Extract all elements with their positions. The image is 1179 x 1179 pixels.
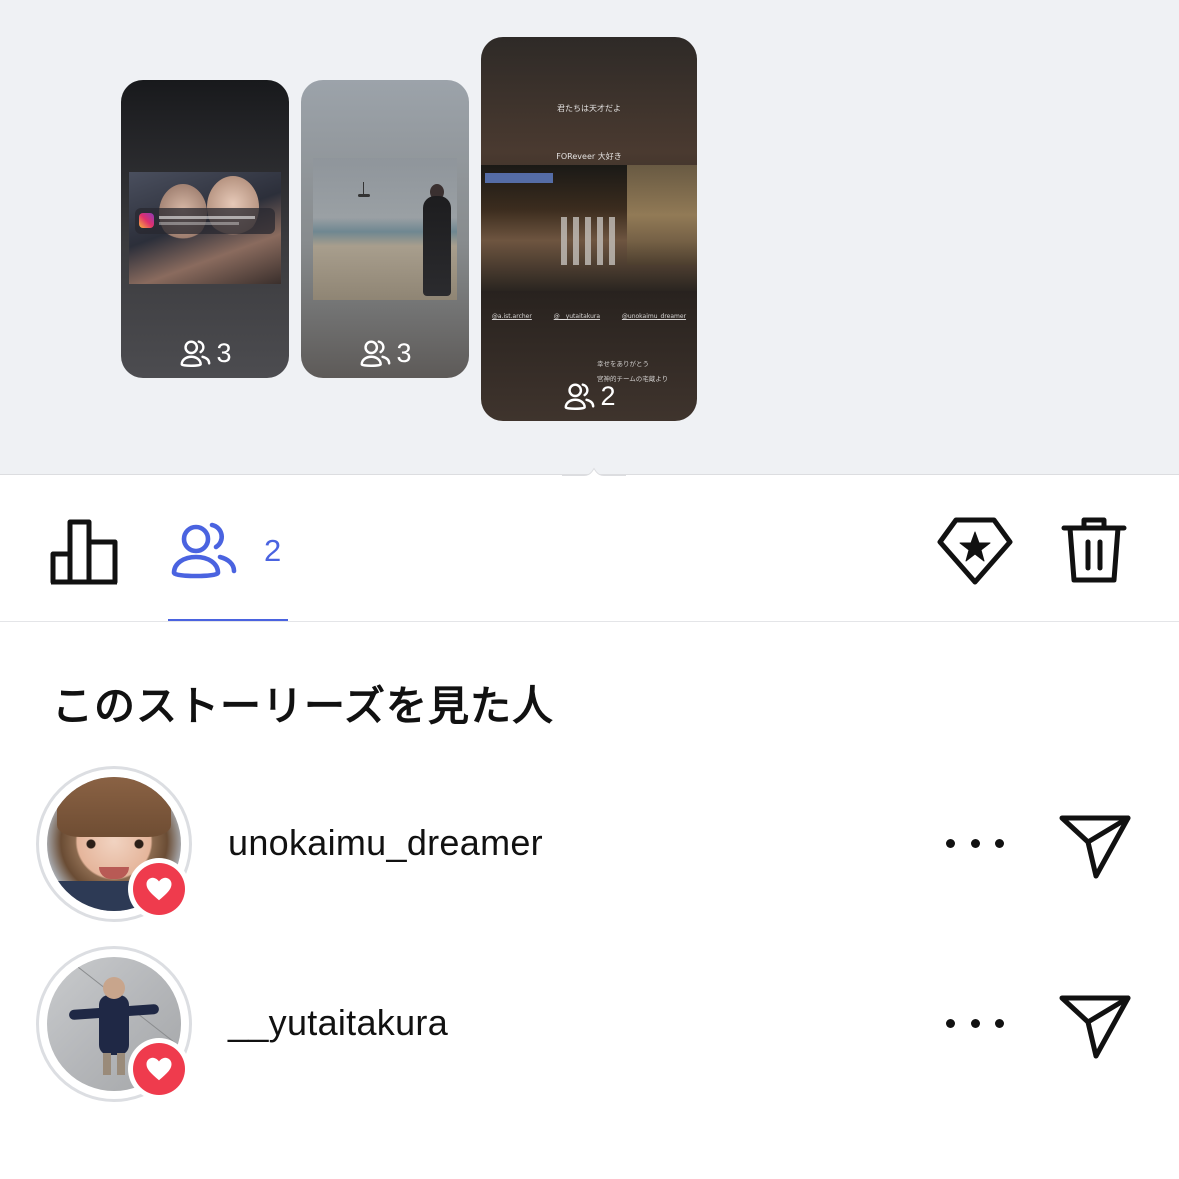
story-thumbnail-1[interactable]: 3 <box>121 80 289 378</box>
bar-chart-icon[interactable] <box>48 516 120 586</box>
viewers-section-title: このストーリーズを見た人 <box>52 682 554 730</box>
liked-badge <box>128 858 190 920</box>
selected-story-pointer <box>562 467 626 480</box>
story-viewer-count: 3 <box>121 336 289 370</box>
dot <box>946 1018 955 1028</box>
send-icon[interactable] <box>1058 810 1132 880</box>
viewer-username[interactable]: unokaimu_dreamer <box>228 822 543 864</box>
mention-tag: @__yutaitakura <box>553 313 601 320</box>
instagram-icon <box>139 213 154 228</box>
dot <box>995 1018 1004 1028</box>
mention-tag: @a.ist.archer <box>491 313 532 320</box>
viewers-tab-count: 2 <box>264 533 282 568</box>
story-viewer-count: 3 <box>301 336 469 370</box>
story-overlay-text: FOReveer 大好き <box>556 152 622 161</box>
viewer-count-label: 2 <box>600 380 616 411</box>
story-viewer-count: 2 <box>481 379 697 413</box>
viewer-row[interactable]: unokaimu_dreamer <box>0 766 1179 926</box>
story-thumbnail-2[interactable]: 3 <box>301 80 469 378</box>
story-photo <box>313 158 457 300</box>
more-options-button[interactable] <box>946 828 1004 858</box>
liked-badge <box>128 1038 190 1100</box>
viewer-username[interactable]: __yutaitakura <box>228 1002 448 1044</box>
send-icon[interactable] <box>1058 990 1132 1060</box>
dot <box>970 838 980 848</box>
people-icon <box>171 522 237 579</box>
trash-icon[interactable] <box>1060 514 1128 586</box>
story-tray: 3 3 君たちは天才だよ FOReveer 大好き @a.ist.archer … <box>0 0 1179 474</box>
story-photo <box>129 172 281 284</box>
dot <box>995 838 1004 848</box>
heart-icon <box>146 877 172 901</box>
heart-icon <box>146 1057 172 1081</box>
people-icon <box>181 340 211 367</box>
mention-tag: @unokaimu_dreamer <box>621 313 687 320</box>
viewer-count-label: 3 <box>396 337 412 368</box>
viewers-tab[interactable]: 2 <box>168 516 288 586</box>
more-options-button[interactable] <box>946 1008 1004 1038</box>
story-photo <box>481 165 697 291</box>
viewer-row[interactable]: __yutaitakura <box>0 946 1179 1106</box>
story-mention-tags: @a.ist.archer @__yutaitakura @unokaimu_d… <box>481 313 697 320</box>
dot <box>970 1018 980 1028</box>
viewer-count-label: 3 <box>216 337 232 368</box>
people-icon <box>565 383 595 410</box>
dot <box>946 838 955 848</box>
story-thumbnail-3-selected[interactable]: 君たちは天才だよ FOReveer 大好き @a.ist.archer @__y… <box>481 37 697 421</box>
story-caption: 幸せをありがとう <box>597 360 649 368</box>
story-overlay-text: 君たちは天才だよ <box>557 104 621 113</box>
highlight-icon[interactable] <box>936 514 1014 586</box>
people-icon <box>361 340 391 367</box>
shared-post-banner <box>135 208 275 234</box>
toolbar-divider <box>0 621 1179 622</box>
